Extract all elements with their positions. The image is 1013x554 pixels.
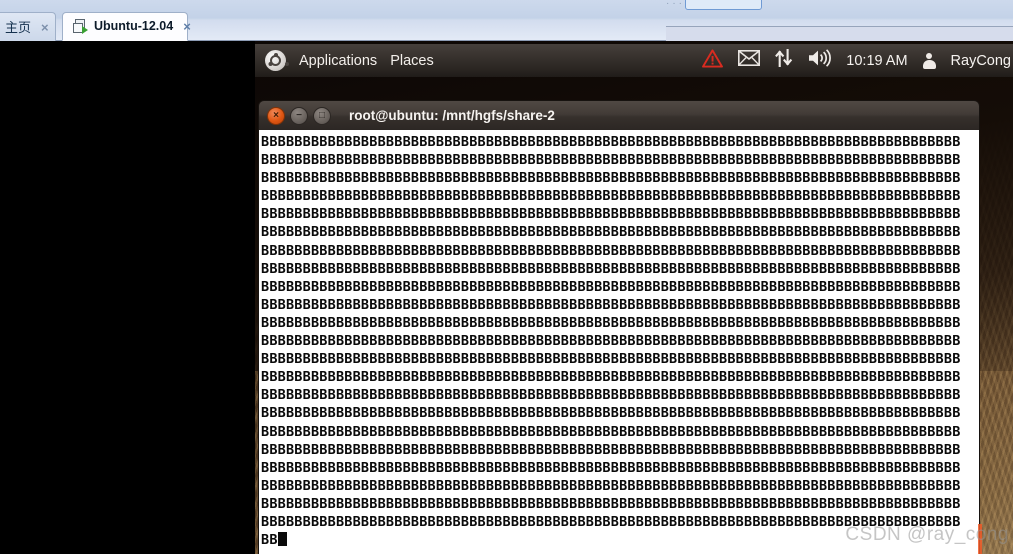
panel-clock[interactable]: 10:19 AM	[846, 53, 907, 69]
toolbar-overflow-dots: ···	[666, 0, 685, 9]
menu-applications[interactable]: Applications	[299, 53, 377, 69]
terminal-title-bar[interactable]: × − □ root@ubuntu: /mnt/hgfs/share-2	[258, 100, 980, 130]
tab-strip-lower-band	[666, 26, 1013, 41]
toolbar-field[interactable]	[685, 0, 762, 10]
tab-ubuntu-12-04[interactable]: Ubuntu-12.04 ×	[62, 12, 191, 41]
warning-icon[interactable]	[702, 48, 724, 73]
user-icon[interactable]	[922, 52, 936, 69]
maximize-icon: □	[318, 109, 326, 121]
terminal-title: root@ubuntu: /mnt/hgfs/share-2	[349, 108, 555, 123]
gnome-top-panel: Applications Places 10:19 AM RayCong	[255, 44, 1013, 77]
tab-strip-right-region: ···	[666, 0, 1013, 41]
network-icon[interactable]	[775, 48, 793, 72]
terminal-window[interactable]: × − □ root@ubuntu: /mnt/hgfs/share-2 BBB…	[258, 100, 980, 554]
watermark-accent-bar	[978, 524, 982, 554]
window-close-button[interactable]: ×	[267, 106, 285, 125]
minimize-icon: −	[296, 109, 302, 121]
ubuntu-logo-icon[interactable]	[265, 50, 286, 71]
volume-icon[interactable]	[808, 49, 832, 72]
window-maximize-button[interactable]: □	[313, 106, 331, 125]
vmware-tab-strip: 主页 × Ubuntu-12.04 × ···	[0, 0, 1013, 41]
screenshot-root: 主页 × Ubuntu-12.04 × ··· Applications Pla…	[0, 0, 1013, 554]
tab-home[interactable]: 主页 ×	[0, 12, 56, 41]
panel-indicator-area: 10:19 AM RayCong	[702, 48, 1013, 73]
tab-home-close-icon[interactable]: ×	[37, 21, 49, 34]
terminal-output: BBBBBBBBBBBBBBBBBBBBBBBBBBBBBBBBBBBBBBBB…	[261, 134, 961, 549]
ubuntu-desktop[interactable]: Applications Places 10:19 AM RayCong × −…	[255, 41, 1013, 554]
tab-home-label: 主页	[5, 19, 32, 35]
panel-user-name[interactable]: RayCong	[951, 53, 1011, 69]
window-minimize-button[interactable]: −	[290, 106, 308, 125]
vm-viewport[interactable]: Applications Places 10:19 AM RayCong × −…	[0, 41, 1013, 554]
tab-ubuntu-label: Ubuntu-12.04	[94, 19, 174, 34]
mail-icon[interactable]	[738, 50, 761, 71]
menu-places[interactable]: Places	[390, 53, 434, 69]
terminal-body[interactable]: BBBBBBBBBBBBBBBBBBBBBBBBBBBBBBBBBBBBBBBB…	[258, 130, 980, 554]
virtual-machine-icon	[73, 19, 88, 34]
close-icon: ×	[273, 109, 279, 121]
terminal-cursor	[277, 532, 287, 547]
tab-ubuntu-close-icon[interactable]: ×	[179, 20, 191, 33]
